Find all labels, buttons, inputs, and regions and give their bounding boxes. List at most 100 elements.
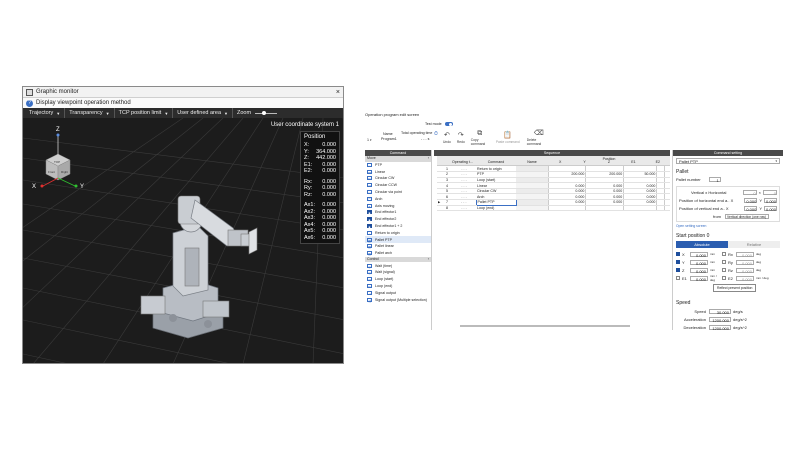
axis-value-field[interactable]: 0.000 (690, 267, 708, 274)
axis-enable-checkbox[interactable] (676, 276, 680, 281)
command-item[interactable]: ↻ Loop (end) (365, 283, 431, 290)
pallet-number-label: Pallet number (676, 177, 701, 182)
tab-relative[interactable]: Relative (728, 241, 780, 248)
program-number[interactable]: 1 ▾ (367, 138, 372, 142)
axis-value-field[interactable]: 0.000 (690, 275, 708, 282)
start-position-heading: Start position 0 (676, 233, 710, 239)
rot-value-field[interactable]: 0.000 (736, 259, 754, 266)
pos-horizontal-y-field[interactable]: 0.000 (764, 197, 777, 204)
command-icon: ⌂ (367, 230, 372, 236)
command-icon: ⇅ (367, 203, 372, 209)
command-item[interactable]: ⤳ PTP (365, 162, 431, 169)
rot-label: Ry (728, 259, 733, 265)
row-position-value (623, 205, 657, 212)
command-icon: ◠ (367, 190, 372, 196)
rot-enable-checkbox[interactable] (722, 268, 726, 273)
test-mode-label: Test mode (425, 122, 442, 126)
copy-command-button[interactable]: ⧉ Copy command (471, 130, 489, 146)
test-mode-toggle[interactable] (444, 122, 453, 126)
col-name: Name (527, 160, 537, 164)
command-item[interactable]: ↺ Circular CCW (365, 182, 431, 189)
command-icon: ⇥ (367, 290, 372, 296)
transparency-dropdown[interactable]: Transparency ▼ (65, 108, 115, 118)
zoom-slider[interactable] (255, 110, 278, 115)
command-item[interactable]: ⇶ Signal output (Multiple selection) (365, 296, 431, 303)
rot-value-field[interactable]: 0.000 (736, 251, 754, 258)
open-setting-link[interactable]: Open setting screen (676, 224, 780, 228)
paste-command-button[interactable]: 📋 Paste command (495, 132, 521, 144)
command-item[interactable]: ⟶ Linear (365, 168, 431, 175)
col-position-axis: Y (583, 160, 586, 164)
command-item[interactable]: ■ End effector1 + 2 (365, 223, 431, 230)
3d-viewport[interactable]: Z X Y TOP Right Front User coordinate sy… (23, 118, 343, 363)
axis-value-field[interactable]: 0.000 (690, 251, 708, 258)
pos-vertical-label: Position of vertical end a.. X (679, 205, 729, 211)
command-item[interactable]: ▦ Pallet linear (365, 243, 431, 250)
row-command[interactable]: Loop (end) (476, 205, 516, 212)
row-position-value (656, 205, 665, 212)
command-item[interactable]: ⇅ Axis moving (365, 202, 431, 209)
dropdown-arrow-icon: ▼ (164, 110, 169, 116)
deceleration-unit: deg/s^2 (733, 324, 747, 330)
command-item[interactable]: ◷ Wait (signal) (365, 269, 431, 276)
rot-value-field[interactable]: 0.000 (736, 275, 754, 282)
command-item[interactable]: ▦ Pallet PTP (365, 236, 431, 244)
pos-vertical-x-field[interactable]: 0.000 (744, 205, 758, 212)
program-name-field[interactable]: Program1 (381, 137, 403, 141)
row-name[interactable] (516, 205, 548, 212)
speed-field[interactable]: 30.000 (709, 308, 731, 315)
position-readout: Position X: 0.000 Y: 364.000 Z: 442.000 E1: 0.0… (300, 131, 340, 244)
position-value: 0.000 (322, 168, 336, 174)
start-position-row: Z 0.000 mm Rz 0.000 deg (676, 267, 780, 274)
from-select[interactable]: Vertical direction (one row) (725, 213, 769, 219)
pos-horizontal-x-field[interactable]: 0.000 (744, 197, 758, 204)
command-item[interactable]: ↺ Loop (start) (365, 276, 431, 283)
user-area-dropdown[interactable]: User defined area ▼ (173, 108, 233, 118)
pos-vertical-y-field[interactable]: 0.000 (764, 205, 777, 212)
axis-value-field[interactable]: 0.000 (690, 259, 708, 266)
command-item[interactable]: ▦ Pallet arch (365, 250, 431, 257)
command-item[interactable]: ⌂ Return to origin (365, 229, 431, 236)
command-item[interactable]: ◷ Wait (time) (365, 262, 431, 269)
command-item[interactable]: ■ End effector2 (365, 216, 431, 223)
axis-enable-checkbox[interactable] (676, 260, 680, 265)
position-key: Ax6: (304, 234, 316, 241)
zoom-slider-knob[interactable] (262, 110, 267, 115)
table-row[interactable]: 8- - - Loop (end) (437, 205, 670, 212)
row-number: 8 (442, 205, 452, 212)
command-icon: ▦ (367, 251, 372, 257)
rot-enable-checkbox[interactable] (722, 276, 726, 281)
tab-absolute[interactable]: Absolute (676, 241, 728, 248)
command-item[interactable]: ■ End effector1 (365, 209, 431, 216)
close-icon[interactable]: × (336, 89, 340, 96)
deceleration-field[interactable]: 1200.000 (709, 324, 731, 331)
horizontal-scrollbar[interactable] (460, 325, 630, 327)
trajectory-dropdown[interactable]: Trajectory ▼ (25, 108, 66, 118)
rot-enable-checkbox[interactable] (722, 260, 726, 265)
axis-enable-checkbox[interactable] (676, 268, 680, 273)
command-type-select[interactable]: Pallet PTP ▾ (676, 158, 780, 164)
pallet-number-field[interactable]: 1 (708, 177, 721, 183)
dropdown-arrow-icon: ▼ (224, 110, 228, 116)
horizontal-count-field[interactable]: 0 (763, 189, 777, 196)
command-item[interactable]: ◠ Circular via point (365, 189, 431, 196)
tcp-limit-dropdown[interactable]: TCP position limit ▼ (115, 108, 174, 118)
rot-value-field[interactable]: 0.000 (736, 267, 754, 274)
viewpoint-help[interactable]: ? Display viewpoint operation method (23, 98, 343, 108)
command-item[interactable]: ⇥ Signal output (365, 289, 431, 296)
time-info-icon[interactable]: ⏱ (434, 131, 438, 137)
deceleration-row: Deceleration 1200.000 deg/s^2 (676, 324, 780, 331)
test-mode-toggle-group: Test mode (425, 122, 453, 126)
deceleration-label: Deceleration (683, 324, 706, 330)
rot-enable-checkbox[interactable] (722, 252, 726, 257)
vertical-count-field[interactable]: 0 (742, 189, 757, 196)
command-item[interactable]: ↻ Circular CW (365, 175, 431, 182)
delete-command-button[interactable]: ⌫ Delete command (527, 130, 551, 146)
command-item[interactable]: ⌒ Arch (365, 195, 431, 202)
acceleration-field[interactable]: 1200.000 (709, 316, 731, 323)
redo-button[interactable]: ↷ Redo (457, 132, 465, 144)
axis-enable-checkbox[interactable] (676, 252, 680, 257)
undo-button[interactable]: ↶ Undo (443, 132, 451, 144)
command-icon: ⌒ (367, 196, 372, 202)
reflect-present-position-button[interactable]: Reflect present position (713, 284, 757, 292)
